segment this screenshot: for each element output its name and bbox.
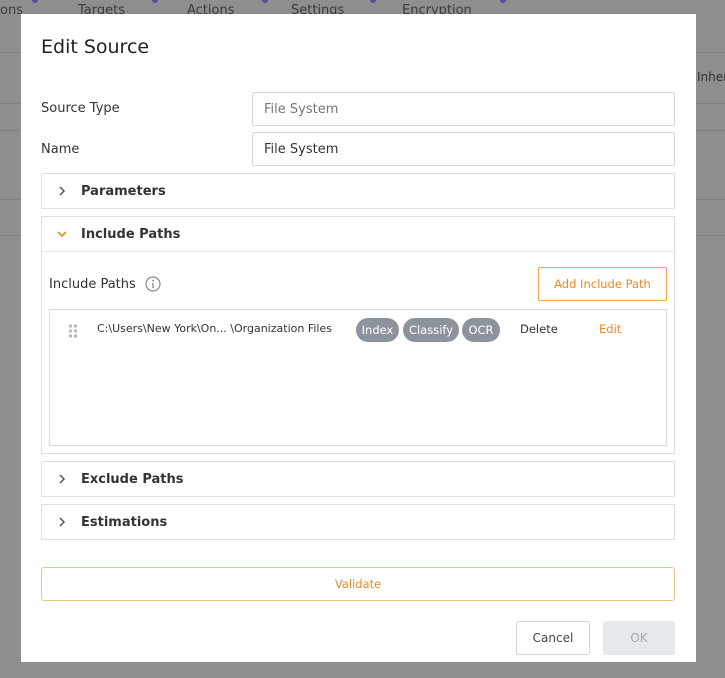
estimations-title: Estimations bbox=[81, 514, 168, 530]
background-tab: ons bbox=[0, 3, 23, 18]
tab-indicator-dot bbox=[500, 0, 506, 3]
tab-indicator-dot bbox=[370, 0, 376, 3]
source-type-label: Source Type bbox=[41, 101, 120, 116]
include-path-text: C:\Users\New York\On... \Organization Fi… bbox=[97, 322, 332, 335]
include-paths-title: Include Paths bbox=[81, 226, 181, 242]
info-icon[interactable] bbox=[145, 276, 161, 292]
exclude-paths-header[interactable]: Exclude Paths bbox=[42, 462, 674, 496]
estimations-header[interactable]: Estimations bbox=[42, 505, 674, 539]
include-paths-field: Include Paths bbox=[49, 276, 161, 292]
cancel-button[interactable]: Cancel bbox=[516, 621, 590, 655]
background-column-header: Inher bbox=[697, 70, 725, 84]
include-paths-label: Include Paths bbox=[49, 276, 136, 292]
parameters-panel: Parameters bbox=[41, 173, 675, 209]
chevron-down-icon bbox=[56, 228, 68, 240]
tab-indicator-dot bbox=[32, 0, 38, 3]
parameters-title: Parameters bbox=[81, 183, 166, 199]
chevron-right-icon bbox=[56, 516, 68, 528]
exclude-paths-panel: Exclude Paths bbox=[41, 461, 675, 497]
include-paths-list: C:\Users\New York\On... \Organization Fi… bbox=[49, 309, 667, 446]
ocr-badge: OCR bbox=[462, 318, 500, 342]
include-paths-body: Include Paths Add Include Path C:\Users\… bbox=[42, 251, 674, 452]
drag-handle-icon[interactable] bbox=[68, 323, 78, 338]
tab-indicator-dot bbox=[152, 0, 158, 3]
include-paths-panel: Include Paths Include Paths Add Include … bbox=[41, 216, 675, 454]
delete-path-link[interactable]: Delete bbox=[520, 322, 558, 336]
validate-button[interactable]: Validate bbox=[41, 567, 675, 601]
chevron-right-icon bbox=[56, 185, 68, 197]
tab-indicator-dot bbox=[262, 0, 268, 3]
edit-path-link[interactable]: Edit bbox=[599, 322, 621, 336]
add-include-path-button[interactable]: Add Include Path bbox=[538, 267, 667, 301]
dialog-title: Edit Source bbox=[41, 36, 150, 58]
chevron-right-icon bbox=[56, 473, 68, 485]
source-type-input bbox=[252, 92, 675, 126]
ok-button[interactable]: OK bbox=[603, 621, 675, 655]
index-badge: Index bbox=[356, 318, 399, 342]
edit-source-dialog: Edit Source Source Type Name Parameters … bbox=[21, 14, 696, 662]
include-path-row: C:\Users\New York\On... \Organization Fi… bbox=[50, 318, 666, 342]
name-label: Name bbox=[41, 142, 80, 157]
exclude-paths-title: Exclude Paths bbox=[81, 471, 184, 487]
classify-badge: Classify bbox=[403, 318, 459, 342]
include-paths-header[interactable]: Include Paths bbox=[42, 217, 674, 251]
parameters-header[interactable]: Parameters bbox=[42, 174, 674, 208]
name-input[interactable] bbox=[252, 132, 675, 166]
estimations-panel: Estimations bbox=[41, 504, 675, 540]
